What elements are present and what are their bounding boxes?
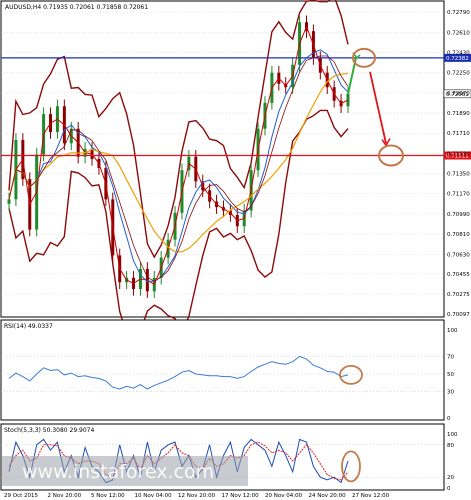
y-tick-label: 0.70990 [447,212,470,218]
stoch-tick-label: 0 [447,486,451,492]
rsi-label: RSI(14) 49.0337 [4,323,53,330]
y-tick-label: 0.72430 [447,50,470,56]
y-tick-label: 0.70810 [447,232,470,238]
level-tag-label: 0.72382 [446,56,469,62]
main-panel [0,0,445,318]
y-tick-label: 0.70275 [447,292,470,298]
x-tick-label: 12 Nov 20:00 [178,493,216,499]
stoch-label: Stoch(5,3,3) 50.3080 29.9074 [4,427,95,434]
x-tick-label: 10 Nov 04:00 [135,493,173,499]
candle-body [7,199,11,204]
y-tick-label: 0.70097 [447,312,470,318]
rsi-tick-label: 70 [447,354,454,360]
ohlc-header: AUDUSD,H4 0.71935 0.72061 0.71858 0.7206… [5,4,148,11]
y-tick-label: 0.71350 [447,172,470,178]
rsi-tick-label: 30 [447,390,454,396]
rsi-panel [0,319,445,421]
y-tick-label: 0.71530 [447,151,470,157]
y-tick-label: 0.71170 [447,192,470,198]
y-tick-label: 0.72070 [447,91,470,97]
x-tick-label: 29 Oct 2015 [4,493,39,499]
x-tick-label: 17 Nov 12:00 [222,493,260,499]
rsi-tick-label: 100 [447,328,458,334]
rsi-tick-label: 0 [447,416,451,422]
x-axis: 29 Oct 2015 2 Nov 20:00 5 Nov 12:00 10 Nov … [4,493,390,499]
x-tick-label: 2 Nov 20:00 [48,493,82,499]
y-tick-label: 0.72790 [447,10,470,16]
stoch-tick-label: 20 [447,475,454,481]
stoch-tick-label: 80 [447,443,454,449]
chart-root: AUDUSD,H4 0.71935 0.72061 0.71858 0.7206… [0,0,471,499]
rsi-tick-label: 50 [447,372,454,378]
watermark-text: www.instaforex.com [22,461,214,483]
x-tick-label: 20 Nov 04:00 [265,493,303,499]
y-tick-label: 0.71890 [447,111,470,117]
y-tick-label: 0.70455 [447,272,470,278]
x-tick-label: 5 Nov 12:00 [91,493,125,499]
y-tick-label: 0.72250 [447,71,470,77]
watermark: www.instaforex.com [2,456,248,486]
stoch-tick-label: 100 [447,432,458,438]
y-tick-label: 0.70630 [447,252,470,258]
y-tick-label: 0.72610 [447,30,470,36]
x-tick-label: 27 Nov 12:00 [352,493,390,499]
y-tick-label: 0.71710 [447,131,470,137]
main-y-axis: 0.72790 0.72610 0.72430 0.72250 0.72070 0.718… [447,10,470,318]
x-tick-label: 24 Nov 20:00 [309,493,347,499]
